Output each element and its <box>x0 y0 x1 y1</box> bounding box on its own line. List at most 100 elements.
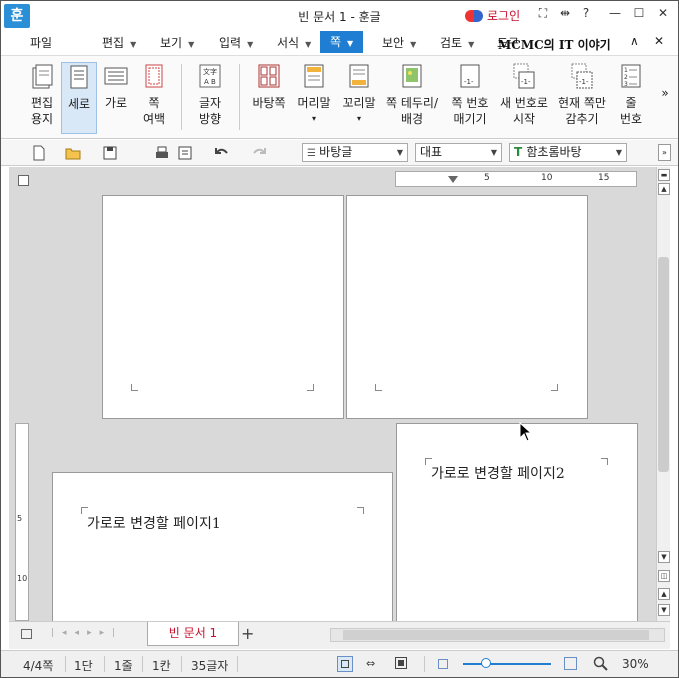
fullscreen-icon[interactable]: ⛶ <box>534 6 552 21</box>
scroll-down-icon[interactable]: ▼ <box>658 551 670 563</box>
status-page[interactable]: 4/4쪽 <box>23 657 53 674</box>
edit-paper-label-2: 용지 <box>30 112 54 126</box>
document-workspace[interactable]: 5 10 15 5 10 가로로 변경할 페이지1 가로로 변경할 페이지2 <box>9 167 656 621</box>
close-doc-icon[interactable]: ✕ <box>654 34 664 48</box>
page-portrait-1[interactable] <box>102 195 344 419</box>
menu-view[interactable]: 보기 ▼ <box>160 34 194 51</box>
maximize-button[interactable]: ☐ <box>630 6 648 20</box>
tab-document-1[interactable]: 빈 문서 1 <box>147 622 239 646</box>
zoom-in-icon[interactable] <box>564 657 577 670</box>
landscape-button[interactable]: 가로 <box>99 62 133 134</box>
margin-label-2: 여백 <box>142 112 166 126</box>
new-number-label-2: 시작 <box>512 112 536 126</box>
full-page-icon[interactable] <box>395 657 407 669</box>
scrollbar-thumb[interactable] <box>658 257 669 472</box>
tab-nav-arrows-icon[interactable]: |◂◂▸▸| <box>51 628 123 638</box>
font-select[interactable]: T 함초롬바탕 ▼ <box>509 143 627 162</box>
page-view-icon[interactable]: ◫ <box>658 570 670 582</box>
page-landscape-1[interactable]: 가로로 변경할 페이지1 <box>52 472 393 621</box>
menu-edit[interactable]: 편집 ▼ <box>102 34 136 51</box>
background-page-button[interactable]: 바탕쪽 <box>249 62 289 134</box>
font-select-value: 함초롬바탕 <box>526 145 582 159</box>
portrait-button[interactable]: 세로 <box>61 62 97 134</box>
menu-page[interactable]: 쪽 ▼ <box>320 31 364 53</box>
menu-review-label: 검토 <box>440 36 463 50</box>
status-column[interactable]: 1칸 <box>152 657 171 674</box>
horizontal-ruler[interactable]: 5 10 15 <box>395 171 637 187</box>
horizontal-scrollbar-thumb[interactable] <box>343 630 649 640</box>
page2-text[interactable]: 가로로 변경할 페이지2 <box>431 463 565 483</box>
normal-view-icon[interactable] <box>337 656 353 672</box>
redo-icon[interactable] <box>251 145 267 161</box>
ruler-corner[interactable] <box>18 175 29 186</box>
status-separator <box>181 656 182 672</box>
menu-format[interactable]: 서식 ▼ <box>277 34 311 51</box>
font-language-select[interactable]: 대표 ▼ <box>415 143 502 162</box>
margin-icon <box>145 64 163 88</box>
page1-text[interactable]: 가로로 변경할 페이지1 <box>87 513 221 533</box>
zoom-slider[interactable] <box>463 658 551 668</box>
status-separator <box>142 656 143 672</box>
ribbon-more-button[interactable]: » <box>657 86 673 106</box>
prev-page-icon[interactable]: ▲ <box>658 588 670 600</box>
add-tab-button[interactable]: + <box>241 624 254 643</box>
magnifier-icon[interactable] <box>593 656 609 672</box>
menu-insert[interactable]: 입력 ▼ <box>219 34 253 51</box>
ribbon-collapse-icon[interactable]: ∧ <box>630 34 639 48</box>
text-direction-label-1: 글자 <box>198 96 222 110</box>
help-icon[interactable]: ? <box>577 6 595 20</box>
next-page-icon[interactable]: ▼ <box>658 604 670 616</box>
scroll-top-icon[interactable]: ▬ <box>658 169 670 181</box>
vertical-scrollbar[interactable]: ▬ ▲ ▼ ◫ ▲ ▼ <box>656 167 670 621</box>
menu-format-label: 서식 <box>277 36 300 50</box>
minimize-button[interactable]: — <box>606 6 624 20</box>
menu-edit-label: 편집 <box>102 36 125 50</box>
page-margin-button[interactable]: 쪽 여백 <box>137 62 171 134</box>
status-chars[interactable]: 35글자 <box>191 657 228 674</box>
save-icon[interactable] <box>102 145 118 161</box>
hide-current-button[interactable]: -1- 현재 쪽만 감추기 <box>556 62 608 134</box>
status-section[interactable]: 1단 <box>74 657 93 674</box>
page-number-button[interactable]: -1- 쪽 번호 매기기 <box>447 62 493 134</box>
edit-paper-button[interactable]: 편집 용지 <box>23 62 61 134</box>
style-select[interactable]: ☰ 바탕글 ▼ <box>302 143 408 162</box>
text-direction-button[interactable]: 文字 A B 글자 방향 <box>191 62 229 134</box>
page-portrait-3[interactable]: 가로로 변경할 페이지2 <box>396 423 638 621</box>
open-folder-icon[interactable] <box>65 145 81 161</box>
close-button[interactable]: ✕ <box>654 6 672 20</box>
zoom-slider-knob[interactable] <box>481 658 491 668</box>
page-portrait-2[interactable] <box>346 195 588 419</box>
svg-text:-1-: -1- <box>464 78 474 86</box>
footer-button[interactable]: 꼬리말 ▾ <box>339 62 379 134</box>
menu-file[interactable]: 파일 <box>30 34 52 51</box>
status-line[interactable]: 1줄 <box>114 657 133 674</box>
fit-width-icon[interactable]: ⇔ <box>366 657 375 670</box>
new-document-icon[interactable] <box>31 145 47 161</box>
zoom-level[interactable]: 30% <box>622 657 649 671</box>
title-bar: 훈 빈 문서 1 - 훈글 로그인 ⛶ ⇹ ? — ☐ ✕ <box>1 1 678 30</box>
header-button[interactable]: 머리말 ▾ <box>294 62 334 134</box>
zoom-out-icon[interactable] <box>438 659 448 669</box>
vertical-ruler[interactable]: 5 10 <box>15 423 29 621</box>
horizontal-scrollbar[interactable] <box>330 628 665 642</box>
undo-icon[interactable] <box>214 145 230 161</box>
split-view-icon[interactable]: ⇹ <box>556 6 574 20</box>
ribbon-separator <box>239 64 240 130</box>
toolbar-expand-icon[interactable]: » <box>658 144 671 161</box>
tab-view-icon[interactable] <box>21 629 32 639</box>
preview-icon[interactable] <box>177 145 193 161</box>
indent-marker[interactable] <box>448 176 458 183</box>
page-number-icon: -1- <box>460 64 480 88</box>
menu-security[interactable]: 보안 ▼ <box>382 34 416 51</box>
new-number-button[interactable]: -1- 새 번호로 시작 <box>498 62 550 134</box>
page-border-background-button[interactable]: 쪽 테두리/ 배경 <box>383 62 441 134</box>
crop-mark <box>551 384 558 391</box>
menu-review[interactable]: 검토 ▼ <box>440 34 474 51</box>
line-number-button[interactable]: 123 줄 번호 <box>614 62 648 134</box>
page-number-label-2: 매기기 <box>453 112 487 126</box>
login-button[interactable]: 로그인 <box>465 7 520 24</box>
chevron-down-icon: ▼ <box>396 148 403 157</box>
hide-current-label-2: 감추기 <box>565 112 599 126</box>
print-icon[interactable] <box>154 145 170 161</box>
scroll-up-icon[interactable]: ▲ <box>658 183 670 195</box>
